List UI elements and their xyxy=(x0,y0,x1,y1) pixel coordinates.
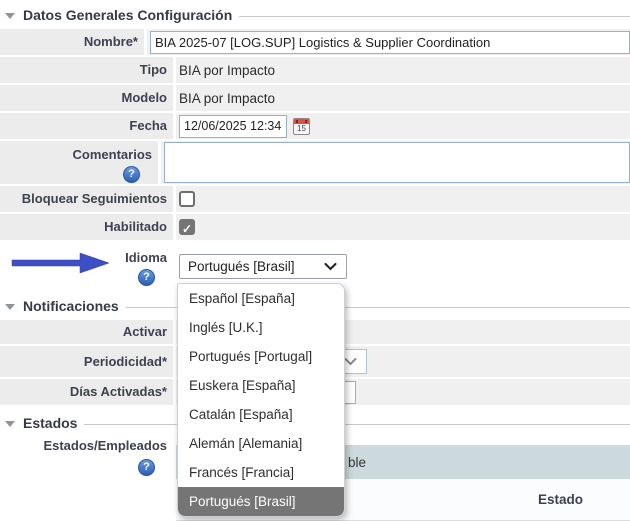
row-comentarios: Comentarios ? xyxy=(0,141,630,184)
dropdown-option-frances[interactable]: Francés [Francia] xyxy=(178,458,344,487)
tipo-label: Tipo xyxy=(0,57,173,83)
row-habilitado: Habilitado ✓ xyxy=(0,214,630,240)
check-icon: ✓ xyxy=(182,222,192,236)
comentarios-label-cell: Comentarios ? xyxy=(0,141,158,184)
dias-activadas-label: Días Activadas* xyxy=(0,379,173,405)
idioma-selected-value: Portugués [Brasil] xyxy=(188,259,295,274)
periodicidad-label: Periodicidad* xyxy=(0,346,173,377)
nombre-input[interactable] xyxy=(150,31,630,54)
calendar-icon-day: 15 xyxy=(294,124,309,134)
section-header-datos-generales[interactable]: Datos Generales Configuración xyxy=(0,0,630,29)
section-title: Datos Generales Configuración xyxy=(23,7,232,23)
language-dropdown: Español [España] Inglés [U.K.] Portugués… xyxy=(177,283,345,517)
estados-empleados-label: Estados/Empleados xyxy=(43,438,167,453)
dropdown-option-ingles[interactable]: Inglés [U.K.] xyxy=(178,313,344,342)
collapse-icon[interactable] xyxy=(5,304,15,310)
section-title: Notificaciones xyxy=(23,298,119,314)
row-tipo: Tipo BIA por Impacto xyxy=(0,57,630,83)
help-icon[interactable]: ? xyxy=(138,459,155,476)
pointer-arrow-icon xyxy=(10,251,110,275)
dropdown-option-portugues-portugal[interactable]: Portugués [Portugal] xyxy=(178,342,344,371)
estados-empleados-label-cell: Estados/Empleados ? xyxy=(0,435,173,521)
chevron-down-icon xyxy=(324,263,337,271)
calendar-icon[interactable]: 15 xyxy=(293,118,310,135)
row-modelo: Modelo BIA por Impacto xyxy=(0,85,630,111)
dropdown-option-espanol[interactable]: Español [España] xyxy=(178,284,344,313)
section-divider xyxy=(239,16,630,17)
idioma-label: Idioma xyxy=(125,250,167,266)
help-icon[interactable]: ? xyxy=(138,269,155,286)
activar-label: Activar xyxy=(0,320,173,344)
comentarios-textarea[interactable] xyxy=(164,142,630,183)
modelo-label: Modelo xyxy=(0,85,173,111)
collapse-icon[interactable] xyxy=(5,421,15,427)
dropdown-option-aleman[interactable]: Alemán [Alemania] xyxy=(178,429,344,458)
row-bloquear-seguimientos: Bloquear Seguimientos xyxy=(0,186,630,212)
idioma-select[interactable]: Portugués [Brasil] xyxy=(179,254,347,279)
row-fecha: Fecha 15 xyxy=(0,113,630,139)
bloquear-label: Bloquear Seguimientos xyxy=(0,186,173,212)
dropdown-option-catalan[interactable]: Catalán [España] xyxy=(178,400,344,429)
chevron-down-icon xyxy=(344,358,357,366)
bloquear-checkbox[interactable] xyxy=(179,191,195,207)
fecha-label: Fecha xyxy=(0,113,173,139)
help-icon[interactable]: ? xyxy=(123,166,140,183)
habilitado-checkbox[interactable]: ✓ xyxy=(179,219,195,235)
comentarios-label: Comentarios xyxy=(73,147,152,163)
nombre-label: Nombre* xyxy=(0,29,144,55)
section-title: Estados xyxy=(23,415,77,431)
row-nombre: Nombre* xyxy=(0,29,630,55)
form-page: Datos Generales Configuración Nombre* Ti… xyxy=(0,0,630,521)
fecha-input[interactable] xyxy=(179,115,287,138)
dropdown-option-euskera[interactable]: Euskera [España] xyxy=(178,371,344,400)
estados-bar-text: ble xyxy=(348,455,366,470)
modelo-value: BIA por Impacto xyxy=(179,91,275,106)
estado-column-header: Estado xyxy=(538,492,583,507)
tipo-value: BIA por Impacto xyxy=(179,63,275,78)
section-divider xyxy=(84,424,630,425)
collapse-icon[interactable] xyxy=(5,13,15,19)
dropdown-option-portugues-brasil[interactable]: Portugués [Brasil] xyxy=(178,487,344,516)
habilitado-label: Habilitado xyxy=(0,214,173,240)
